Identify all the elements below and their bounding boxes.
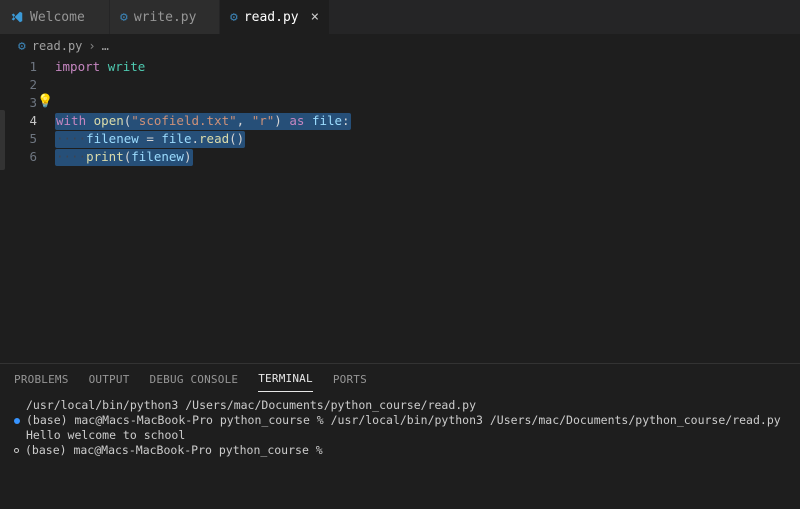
python-icon: ⚙: [18, 39, 26, 54]
terminal-line: Hello welcome to school: [14, 428, 786, 443]
code-line[interactable]: ····filenew = file.read(): [55, 131, 800, 149]
tab-read-py[interactable]: ⚙ read.py ×: [220, 0, 330, 34]
code-line[interactable]: [55, 95, 800, 113]
breadcrumb-tail: …: [102, 39, 109, 53]
terminal-line: (base) mac@Macs-MacBook-Pro python_cours…: [14, 413, 786, 428]
terminal-line: (base) mac@Macs-MacBook-Pro python_cours…: [14, 443, 786, 458]
terminal-line: /usr/local/bin/python3 /Users/mac/Docume…: [14, 398, 786, 413]
line-number: 6: [0, 149, 55, 167]
tab-write-py[interactable]: ⚙ write.py: [110, 0, 220, 34]
code-line[interactable]: with open("scofield.txt", "r") as file:: [55, 113, 800, 131]
bottom-panel: PROBLEMS OUTPUT DEBUG CONSOLE TERMINAL PORTS…: [0, 363, 800, 509]
tab-label: Welcome: [30, 10, 85, 25]
tab-welcome[interactable]: Welcome: [0, 0, 110, 34]
chevron-right-icon: ›: [88, 39, 95, 53]
close-icon[interactable]: ×: [311, 9, 319, 25]
panel-tabs: PROBLEMS OUTPUT DEBUG CONSOLE TERMINAL PORTS: [0, 364, 800, 394]
panel-tab-output[interactable]: OUTPUT: [89, 367, 130, 392]
line-number: 4: [0, 113, 55, 131]
terminal[interactable]: /usr/local/bin/python3 /Users/mac/Docume…: [0, 394, 800, 509]
editor-tabs: Welcome ⚙ write.py ⚙ read.py ×: [0, 0, 800, 35]
panel-tab-problems[interactable]: PROBLEMS: [14, 367, 69, 392]
line-number: 5: [0, 131, 55, 149]
tab-label: write.py: [134, 10, 197, 25]
status-dot-icon: [14, 448, 19, 453]
lightbulb-icon[interactable]: 💡: [37, 94, 53, 109]
line-number: 2: [0, 77, 55, 95]
line-number: 1: [0, 59, 55, 77]
panel-tab-debug-console[interactable]: DEBUG CONSOLE: [150, 367, 239, 392]
python-icon: ⚙: [230, 10, 238, 25]
code-line[interactable]: [55, 77, 800, 95]
code-line[interactable]: ····print(filenew): [55, 149, 800, 167]
code-editor[interactable]: 123456 💡 import writewith open("scofield…: [0, 57, 800, 363]
breadcrumb[interactable]: ⚙ read.py › …: [0, 35, 800, 57]
tab-label: read.py: [244, 10, 299, 25]
panel-tab-terminal[interactable]: TERMINAL: [258, 366, 313, 392]
code-area[interactable]: 💡 import writewith open("scofield.txt", …: [55, 57, 800, 363]
breadcrumb-file: read.py: [32, 39, 83, 53]
panel-tab-ports[interactable]: PORTS: [333, 367, 367, 392]
python-icon: ⚙: [120, 10, 128, 25]
code-line[interactable]: import write: [55, 59, 800, 77]
vscode-icon: [10, 10, 24, 24]
activity-bar-stub: [0, 110, 5, 170]
status-dot-icon: [14, 418, 20, 424]
